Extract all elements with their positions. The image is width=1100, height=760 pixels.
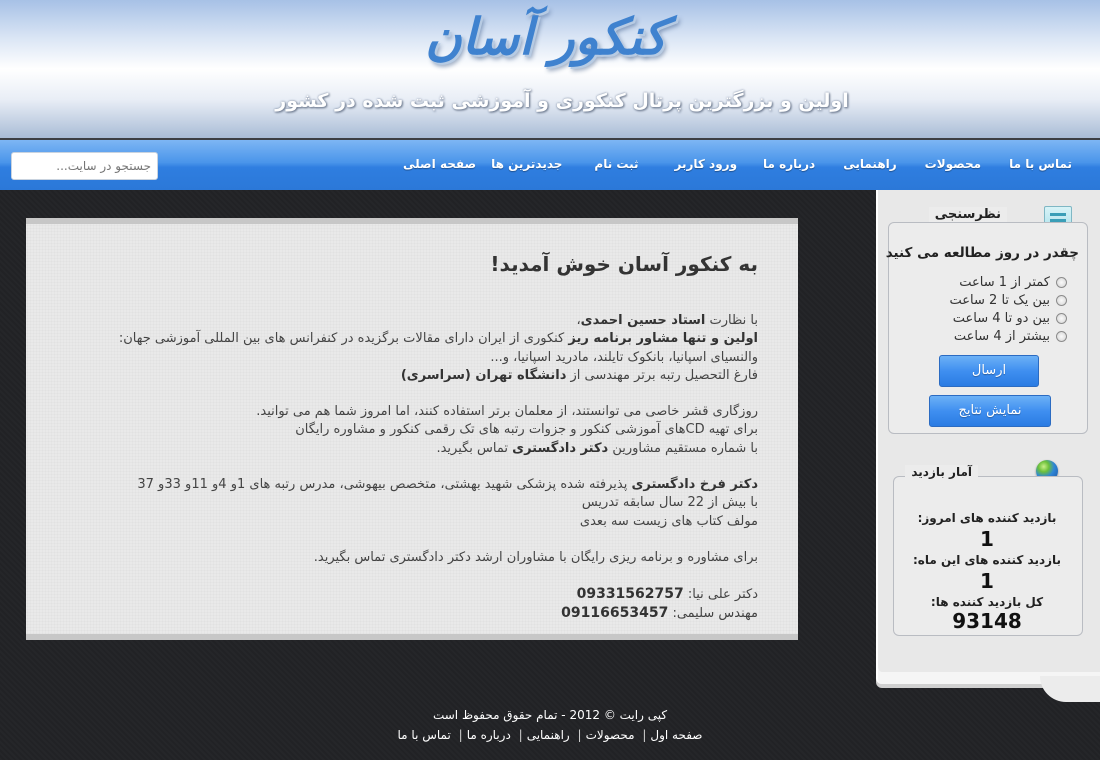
intro-paragraph-4: برای مشاوره و برنامه ریزی رایگان با مشاو… <box>313 549 758 565</box>
footer-link-products[interactable]: محصولات <box>586 728 635 742</box>
poll-question: چقدر در روز مطالعه می کنید <box>885 245 1079 261</box>
site-footer: کپی رایت © 2012 - تمام حقوق محفوظ است صف… <box>0 708 1100 742</box>
stat-today-label: بازدید کننده های امروز: <box>917 511 1057 525</box>
poll-results-button[interactable]: نمایش نتایج <box>929 395 1051 427</box>
radio-button[interactable] <box>1056 331 1067 342</box>
site-header: کنکور آسان اولین و بزرگترین پرتال کنکوری… <box>0 0 1100 138</box>
intro-paragraph-1: با نظارت استاد حسین احمدی، اولین و تنها … <box>118 313 758 383</box>
intro-paragraph-3: دکتر فرخ دادگستری پذیرفته شده پزشکی شهید… <box>137 477 758 529</box>
footer-links: صفحه اول| محصولات| راهنمایی| درباره ما| … <box>397 728 703 742</box>
visit-stats-box: آمار بازدید بازدید کننده های امروز: 1 با… <box>893 465 1083 636</box>
nav-item-guide[interactable]: راهنمایی <box>843 157 896 171</box>
footer-link-guide[interactable]: راهنمایی <box>527 728 570 742</box>
stat-total-value: 93148 <box>952 609 1022 633</box>
poll-option[interactable]: بین دو تا 4 ساعت <box>953 311 1067 326</box>
contact-list: دکتر علی نیا: 09331562757 مهندس سلیمی: 0… <box>561 586 758 622</box>
stat-month-value: 1 <box>980 569 994 593</box>
contact-phone: 09331562757 <box>576 586 684 603</box>
logo-text: کنکور آسان <box>425 8 667 66</box>
poll-submit-button[interactable]: ارسال <box>939 355 1039 387</box>
nav-item-register[interactable]: ثبت نام <box>594 157 638 171</box>
sidebar: نظرسنجی چقدر در روز مطالعه می کنید کمتر … <box>876 190 1100 702</box>
nav-item-login[interactable]: ورود کاربر <box>675 157 738 171</box>
intro-text: با نظارت استاد حسین احمدی، اولین و تنها … <box>58 312 758 641</box>
main-nav: صفحه اصلی جدیدترین ها ثبت نام ورود کاربر… <box>0 138 1100 190</box>
stat-total-label: کل بازدید کننده ها: <box>930 595 1044 609</box>
poll-title: نظرسنجی <box>928 207 1007 222</box>
stat-today-value: 1 <box>980 527 994 551</box>
radio-button[interactable] <box>1056 277 1067 288</box>
site-tagline: اولین و بزرگترین پرتال کنکوری و آموزشی ث… <box>275 90 849 112</box>
stat-month-label: بازدید کننده های این ماه: <box>912 553 1062 567</box>
nav-item-latest[interactable]: جدیدترین ها <box>491 157 562 171</box>
search-input[interactable] <box>11 152 158 180</box>
radio-button[interactable] <box>1056 295 1067 306</box>
footer-link-about[interactable]: درباره ما <box>467 728 511 742</box>
poll-option[interactable]: کمتر از 1 ساعت <box>959 275 1067 290</box>
footer-link-home[interactable]: صفحه اول <box>650 728 702 742</box>
main-content: به کنکور آسان خوش آمدید! با نظارت استاد … <box>26 218 798 640</box>
copyright-text: کپی رایت © 2012 - تمام حقوق محفوظ است <box>432 708 668 722</box>
site-logo[interactable]: کنکور آسان <box>0 8 1100 82</box>
poll-box: نظرسنجی چقدر در روز مطالعه می کنید کمتر … <box>885 207 1088 434</box>
nav-item-home[interactable]: صفحه اصلی <box>403 157 476 171</box>
nav-item-products[interactable]: محصولات <box>925 157 981 171</box>
nav-menu: صفحه اصلی جدیدترین ها ثبت نام ورود کاربر… <box>403 140 1100 188</box>
poll-option[interactable]: بیشتر از 4 ساعت <box>954 329 1067 344</box>
radio-button[interactable] <box>1056 313 1067 324</box>
nav-item-contact[interactable]: تماس با ما <box>1009 157 1072 171</box>
page-title: به کنکور آسان خوش آمدید! <box>490 252 758 276</box>
contact-phone: 09116653457 <box>561 605 669 622</box>
intro-paragraph-2: روزگاری قشر خاصی می توانستند، از معلمان … <box>256 404 758 456</box>
footer-link-contact[interactable]: تماس با ما <box>398 728 451 742</box>
poll-option[interactable]: بین یک تا 2 ساعت <box>950 293 1067 308</box>
nav-item-about[interactable]: درباره ما <box>763 157 815 171</box>
stats-title: آمار بازدید <box>905 465 978 479</box>
